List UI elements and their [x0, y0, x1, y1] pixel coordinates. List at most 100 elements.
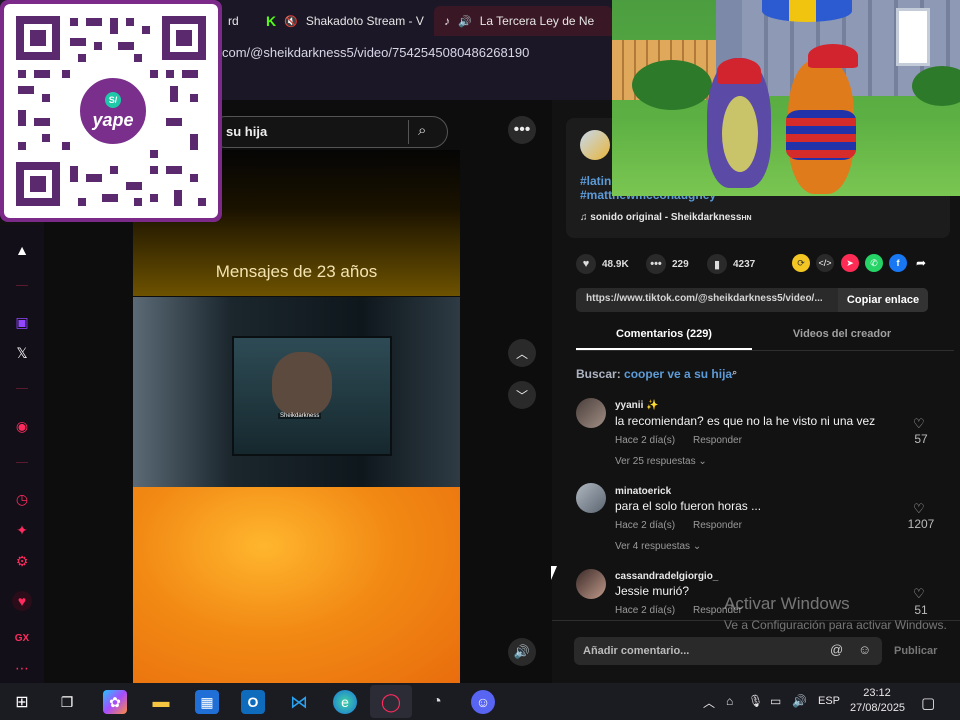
- language-indicator[interactable]: ESP: [818, 695, 840, 707]
- comment-like-icon[interactable]: ♡: [913, 501, 925, 517]
- comment-stat[interactable]: ••• 229: [646, 254, 689, 274]
- umbrella: [762, 0, 852, 22]
- creator-avatar[interactable]: [580, 130, 610, 160]
- tray-chevron-up-icon[interactable]: ︿: [703, 694, 715, 711]
- bush: [632, 60, 712, 110]
- facebook-icon[interactable]: f: [889, 254, 907, 272]
- tab-kick-stream[interactable]: K 🔇 Shakadoto Stream - V: [256, 6, 426, 36]
- view-replies-button[interactable]: Ver 4 respuestas ⌄: [615, 541, 701, 552]
- x-twitter-icon[interactable]: 𝕏: [12, 343, 32, 363]
- aria-icon[interactable]: ▲: [12, 240, 32, 260]
- previous-video-button[interactable]: ︿: [508, 339, 536, 367]
- more-options-icon[interactable]: ⋯: [12, 658, 32, 678]
- comment-like-count: 57: [914, 432, 928, 446]
- tab-discord[interactable]: rd: [218, 6, 254, 36]
- sidebar-divider: [16, 388, 28, 389]
- comment-icon[interactable]: •••: [646, 254, 666, 274]
- view-replies-label: Ver 25 respuestas: [615, 456, 696, 467]
- comment-time: Hace 2 día(s): [615, 605, 676, 616]
- history-icon[interactable]: ◷: [12, 489, 32, 509]
- search-prefix: Buscar:: [576, 367, 621, 381]
- microphone-icon[interactable]: 🎙: [748, 694, 763, 708]
- more-options-button[interactable]: •••: [508, 116, 536, 144]
- volume-button[interactable]: 🔊: [508, 638, 536, 666]
- video-link[interactable]: https://www.tiktok.com/@sheikdarkness5/v…: [586, 293, 834, 304]
- reply-button[interactable]: Responder: [693, 435, 742, 446]
- search-suggestion[interactable]: Buscar: cooper ve a su hija⌕: [576, 367, 737, 381]
- view-replies-label: Ver 4 respuestas: [615, 541, 691, 552]
- mention-icon[interactable]: @: [830, 642, 843, 657]
- gx-profile-icon[interactable]: ♥: [12, 591, 32, 611]
- chevron-down-icon: ⌄: [698, 456, 707, 467]
- comment-like-icon[interactable]: ♡: [913, 586, 925, 602]
- publish-button[interactable]: Publicar: [894, 645, 937, 657]
- emoji-icon[interactable]: ☺: [858, 642, 871, 657]
- file-explorer-icon[interactable]: ▬: [149, 690, 173, 714]
- tray-device-icon[interactable]: ⌂: [726, 694, 733, 708]
- network-icon[interactable]: ▭: [770, 694, 781, 708]
- search-query[interactable]: su hija: [226, 124, 267, 139]
- embed-icon[interactable]: </>: [816, 254, 834, 272]
- sound-info[interactable]: ♫ sonido original - SheikdarknessHN: [580, 212, 752, 223]
- reply-button[interactable]: Responder: [693, 520, 742, 531]
- sound-suffix: HN: [741, 215, 752, 222]
- bookmark-icon[interactable]: ▮: [707, 254, 727, 274]
- comment-text: para el solo fueron horas ...: [615, 499, 762, 513]
- tab-comments[interactable]: Comentarios (229): [576, 328, 752, 340]
- gx-label[interactable]: GX: [12, 628, 32, 648]
- obs-record-icon[interactable]: ◔: [425, 690, 449, 714]
- save-stat[interactable]: ▮ 4237: [707, 254, 755, 274]
- video-frame-bottom[interactable]: [133, 487, 460, 683]
- comment-username[interactable]: yyanii ✨: [615, 400, 659, 411]
- speaker-icon[interactable]: 🔊: [792, 694, 807, 708]
- taskbar-clock[interactable]: 23:12 27/08/2025: [850, 686, 905, 716]
- windows-start-icon[interactable]: ⊞: [10, 690, 34, 714]
- comment-like-icon[interactable]: ♡: [913, 416, 925, 432]
- bush: [912, 66, 960, 106]
- tab-label: Shakadoto Stream - V: [305, 14, 424, 28]
- comment-placeholder[interactable]: Añadir comentario...: [583, 645, 689, 657]
- tab-label: La Tercera Ley de Ne: [479, 14, 595, 28]
- comment-time: Hace 2 día(s): [615, 520, 676, 531]
- search-icon[interactable]: ⌕: [418, 122, 426, 139]
- tab-creator-videos[interactable]: Videos del creador: [754, 328, 930, 340]
- comment-avatar[interactable]: [576, 398, 606, 428]
- heart-icon[interactable]: ♥: [576, 254, 596, 274]
- comment-avatar[interactable]: [576, 569, 606, 599]
- url-text[interactable]: com/@sheikdarkness5/video/75425450804862…: [222, 45, 529, 60]
- comment-avatar[interactable]: [576, 483, 606, 513]
- discord-icon[interactable]: ☺: [471, 690, 495, 714]
- microsoft-store-icon[interactable]: ▦: [195, 690, 219, 714]
- next-video-button[interactable]: ﹀: [508, 381, 536, 409]
- copy-link-button[interactable]: Copiar enlace: [838, 288, 928, 312]
- penguin-hat: [717, 58, 761, 84]
- outlook-icon[interactable]: O: [241, 690, 265, 714]
- send-icon[interactable]: ➤: [841, 254, 859, 272]
- activate-windows-title: Activar Windows: [724, 594, 850, 613]
- settings-gear-icon[interactable]: ⚙: [12, 551, 32, 571]
- like-stat[interactable]: ♥ 48.9K: [576, 254, 629, 274]
- comment-like-count: 1207: [907, 517, 935, 531]
- comment-count: 229: [672, 258, 689, 270]
- search-suggestion-query[interactable]: cooper ve a su hija: [624, 367, 732, 381]
- tab-tiktok[interactable]: ♪ 🔊 La Tercera Ley de Ne: [434, 6, 612, 36]
- share-arrow-icon[interactable]: ➦: [912, 254, 930, 272]
- like-count: 48.9K: [602, 258, 629, 270]
- comment-username[interactable]: cassandradelgiorgio_: [615, 571, 718, 582]
- whatsapp-icon[interactable]: ✆: [865, 254, 883, 272]
- comment-username[interactable]: minatoerick: [615, 486, 671, 497]
- clock-time: 23:12: [863, 687, 891, 699]
- notifications-icon[interactable]: ▢: [921, 694, 935, 712]
- opera-gx-icon[interactable]: ◯: [379, 690, 403, 714]
- view-replies-button[interactable]: Ver 25 respuestas ⌄: [615, 456, 707, 467]
- extensions-icon[interactable]: ✦: [12, 520, 32, 540]
- vscode-icon[interactable]: ⋈: [287, 690, 311, 714]
- copilot-icon[interactable]: ✿: [103, 690, 127, 714]
- muted-icon: 🔇: [284, 15, 298, 28]
- repost-icon[interactable]: ⟳: [792, 254, 810, 272]
- task-view-icon[interactable]: ❐: [55, 690, 79, 714]
- player-icon[interactable]: ◉: [12, 416, 32, 436]
- edge-icon[interactable]: e: [333, 690, 357, 714]
- twitch-icon[interactable]: ▣: [12, 312, 32, 332]
- magnifier-icon: ⌕: [732, 367, 738, 377]
